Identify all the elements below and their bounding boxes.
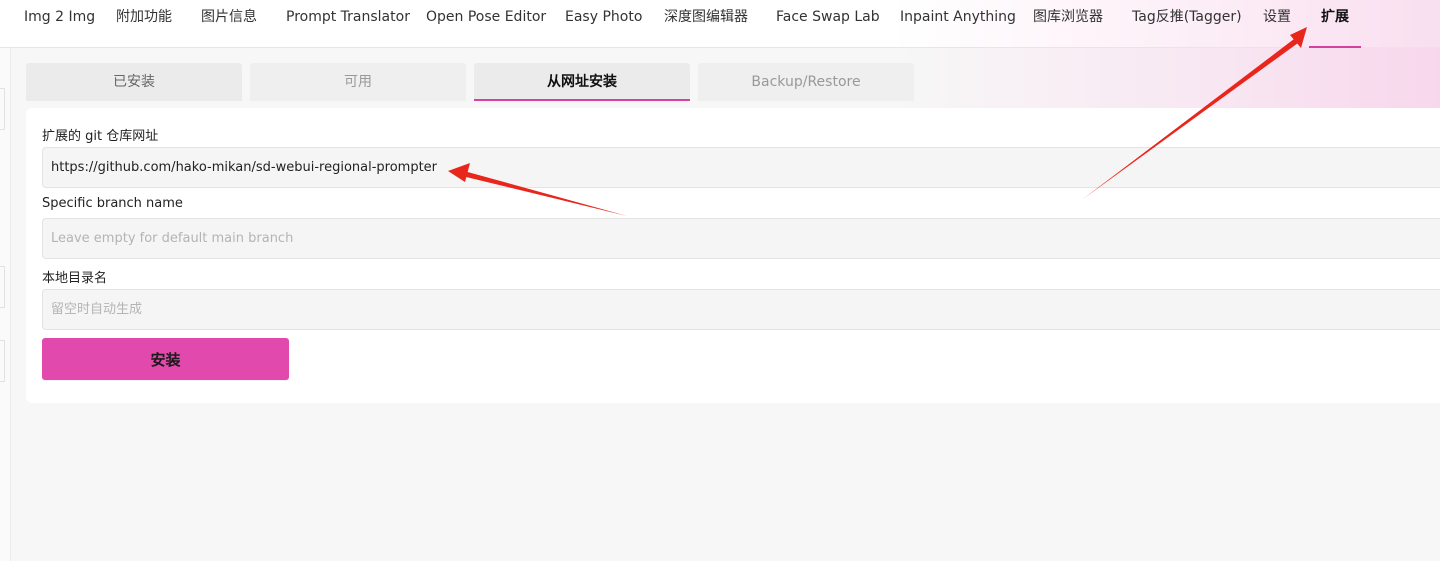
tab-image-browser[interactable]: 图库浏览器 <box>1033 0 1103 47</box>
tab-extras[interactable]: 附加功能 <box>116 0 172 47</box>
install-button[interactable]: 安装 <box>42 338 289 380</box>
left-gutter <box>0 48 11 561</box>
branch-name-input[interactable] <box>42 218 1440 259</box>
top-navigation: Img 2 Img 附加功能 图片信息 Prompt Translator Op… <box>0 0 1440 48</box>
tab-extensions[interactable]: 扩展 <box>1309 0 1361 48</box>
local-dir-input[interactable] <box>42 289 1440 330</box>
gutter-notch <box>0 266 5 308</box>
gutter-notch <box>0 340 5 382</box>
tab-prompt-translator[interactable]: Prompt Translator <box>286 0 410 47</box>
tab-depth-editor[interactable]: 深度图编辑器 <box>664 0 748 47</box>
background-wash <box>900 48 1440 108</box>
branch-name-label: Specific branch name <box>42 196 183 211</box>
subtab-available[interactable]: 可用 <box>250 63 466 101</box>
subtab-installed[interactable]: 已安装 <box>26 63 242 101</box>
tab-face-swap-lab[interactable]: Face Swap Lab <box>776 0 880 47</box>
subtab-install-from-url[interactable]: 从网址安装 <box>474 63 690 101</box>
tab-inpaint-anything[interactable]: Inpaint Anything <box>900 0 1016 47</box>
subtab-backup-restore[interactable]: Backup/Restore <box>698 63 914 101</box>
tab-png-info[interactable]: 图片信息 <box>201 0 257 47</box>
git-url-input[interactable] <box>42 147 1440 188</box>
tab-tagger[interactable]: Tag反推(Tagger) <box>1132 0 1242 47</box>
tab-settings[interactable]: 设置 <box>1263 0 1291 47</box>
git-url-label: 扩展的 git 仓库网址 <box>42 129 159 144</box>
gutter-notch <box>0 88 5 130</box>
tab-img2img[interactable]: Img 2 Img <box>24 0 95 47</box>
tab-easy-photo[interactable]: Easy Photo <box>565 0 642 47</box>
local-dir-label: 本地目录名 <box>42 271 108 286</box>
tab-open-pose-editor[interactable]: Open Pose Editor <box>426 0 546 47</box>
